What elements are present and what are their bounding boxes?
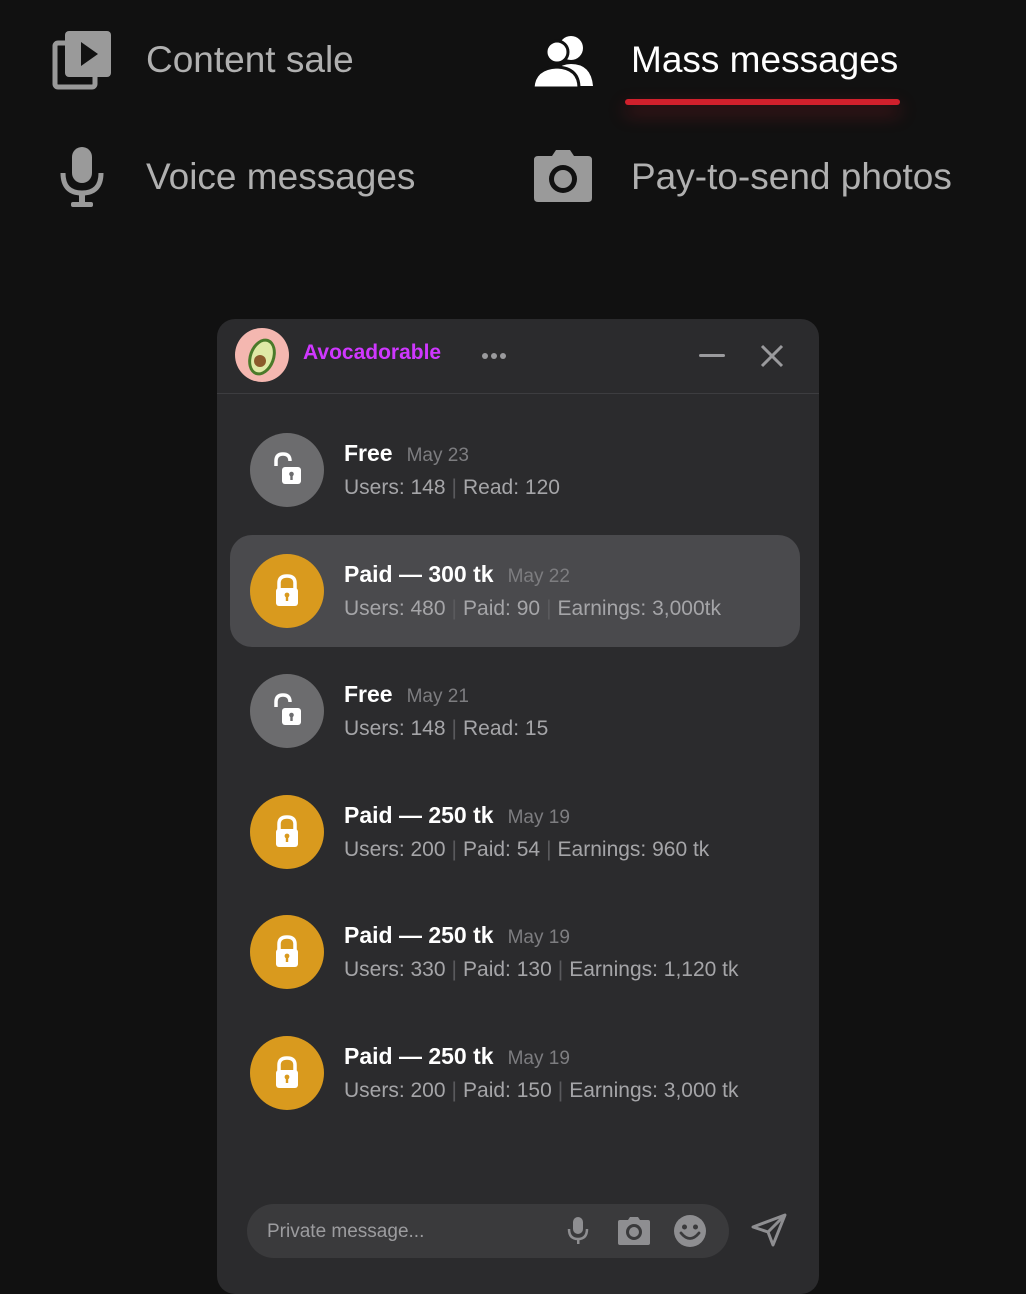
message-date: May 19 — [507, 806, 570, 828]
avatar[interactable] — [235, 328, 289, 382]
message-stat: Users: 480 — [344, 596, 446, 620]
message-stat: Earnings: 3,000 tk — [569, 1078, 739, 1102]
private-message-input[interactable] — [247, 1204, 559, 1260]
message-title: Free — [344, 440, 393, 466]
camera-icon — [531, 145, 595, 209]
nav-item-label: Content sale — [146, 39, 354, 80]
message-stats: Users: 330 | Paid: 130 | Earnings: 1,120 tk — [344, 958, 739, 982]
message-title: Paid — 300 tk — [344, 560, 494, 587]
unlock-icon — [250, 674, 324, 748]
stat-separator: | — [451, 596, 458, 620]
stat-separator: | — [451, 476, 458, 499]
nav-item-label: Voice messages — [146, 156, 416, 197]
lock-icon — [250, 794, 324, 869]
message-stat: Users: 148 — [344, 717, 446, 740]
message-stat: Read: 120 — [463, 476, 560, 499]
nav-mass-messages[interactable]: Mass messages — [531, 28, 901, 105]
message-stat: Paid: 90 — [463, 596, 541, 620]
stat-separator: | — [546, 596, 552, 620]
close-icon[interactable] — [755, 337, 789, 375]
stat-separator: | — [557, 1078, 564, 1102]
stat-separator: | — [451, 1078, 458, 1102]
nav-item-label: Mass messages — [631, 39, 899, 80]
stat-separator: | — [451, 717, 458, 740]
minimize-icon[interactable] — [697, 339, 727, 373]
mass-message-item[interactable]: Paid — 250 tk May 19 Users: 330 | Paid: 130 |… — [230, 896, 800, 1008]
stat-separator: | — [451, 837, 458, 861]
camera-icon[interactable] — [617, 1214, 651, 1248]
nav-pay-to-send-photos[interactable]: Pay-to-send photos — [531, 145, 952, 209]
message-header: Paid — 250 tk May 19 — [344, 802, 570, 829]
message-stats: Users: 480 | Paid: 90 | Earnings: 3,000tk — [344, 597, 721, 621]
message-date: May 21 — [406, 686, 469, 707]
message-stats: Users: 200 | Paid: 54 | Earnings: 960 tk — [344, 838, 709, 862]
message-stat: Paid: 150 — [463, 1078, 552, 1102]
microphone-icon[interactable] — [561, 1214, 595, 1248]
active-tab-indicator — [625, 99, 901, 105]
stat-separator: | — [546, 837, 552, 861]
mass-message-item[interactable]: Paid — 300 tk May 22 Users: 480 | Paid: 90 | E… — [230, 534, 800, 647]
lock-icon — [250, 553, 324, 628]
more-options-icon[interactable] — [479, 341, 509, 371]
lock-icon — [250, 915, 324, 989]
avocado-icon — [248, 338, 276, 376]
message-title: Paid — 250 tk — [344, 1042, 494, 1069]
stat-separator: | — [451, 958, 458, 981]
message-header: Free May 23 — [344, 440, 469, 467]
message-header: Paid — 250 tk May 19 — [344, 922, 570, 949]
message-stats: Users: 148 | Read: 120 — [344, 476, 560, 500]
message-header: Paid — 300 tk May 22 — [344, 561, 570, 588]
mass-message-item[interactable]: Paid — 250 tk May 19 Users: 200 | Paid: 54 | E… — [230, 776, 800, 888]
emoji-icon[interactable] — [673, 1214, 707, 1248]
stat-separator: | — [557, 958, 564, 981]
message-title: Free — [344, 681, 393, 707]
message-stat: Paid: 130 — [463, 958, 552, 981]
message-header: Free May 21 — [344, 681, 469, 708]
message-stats: Users: 200 | Paid: 150 | Earnings: 3,000 tk — [344, 1079, 739, 1103]
message-stat: Earnings: 960 tk — [557, 837, 710, 861]
chat-header: Avocadorable — [217, 319, 819, 394]
message-stat: Earnings: 3,000tk — [557, 596, 721, 620]
nav-voice-messages[interactable]: Voice messages — [50, 145, 415, 209]
video-library-icon — [50, 28, 114, 92]
message-composer — [247, 1204, 729, 1260]
message-stat: Users: 200 — [344, 837, 446, 861]
nav-content-sale[interactable]: Content sale — [50, 28, 354, 92]
message-date: May 23 — [406, 445, 469, 466]
send-icon[interactable] — [749, 1210, 789, 1250]
message-date: May 19 — [507, 927, 570, 948]
nav-item-label: Pay-to-send photos — [631, 156, 952, 197]
message-title: Paid — 250 tk — [344, 801, 494, 828]
message-stat: Earnings: 1,120 tk — [569, 958, 739, 981]
mass-message-item[interactable]: Paid — 250 tk May 19 Users: 200 | Paid: 150 |… — [230, 1017, 800, 1129]
chat-window: Avocadorable Free May 23 Users: 148 | Read: … — [217, 319, 819, 1294]
message-stat: Paid: 54 — [463, 837, 541, 861]
mass-message-item[interactable]: Free May 23 Users: 148 | Read: 120 — [230, 414, 800, 526]
unlock-icon — [250, 433, 324, 507]
microphone-icon — [50, 145, 114, 209]
message-stat: Users: 200 — [344, 1078, 446, 1102]
chat-contact-name[interactable]: Avocadorable — [303, 341, 441, 365]
message-date: May 19 — [507, 1047, 570, 1069]
message-date: May 22 — [507, 565, 570, 587]
mass-message-item[interactable]: Free May 21 Users: 148 | Read: 15 — [230, 655, 800, 767]
message-title: Paid — 250 tk — [344, 922, 494, 948]
lock-icon — [250, 1035, 324, 1110]
message-header: Paid — 250 tk May 19 — [344, 1043, 570, 1070]
message-stats: Users: 148 | Read: 15 — [344, 717, 548, 741]
message-stat: Users: 330 — [344, 958, 446, 981]
message-stat: Read: 15 — [463, 717, 549, 740]
users-icon — [531, 28, 595, 92]
message-stat: Users: 148 — [344, 476, 446, 499]
